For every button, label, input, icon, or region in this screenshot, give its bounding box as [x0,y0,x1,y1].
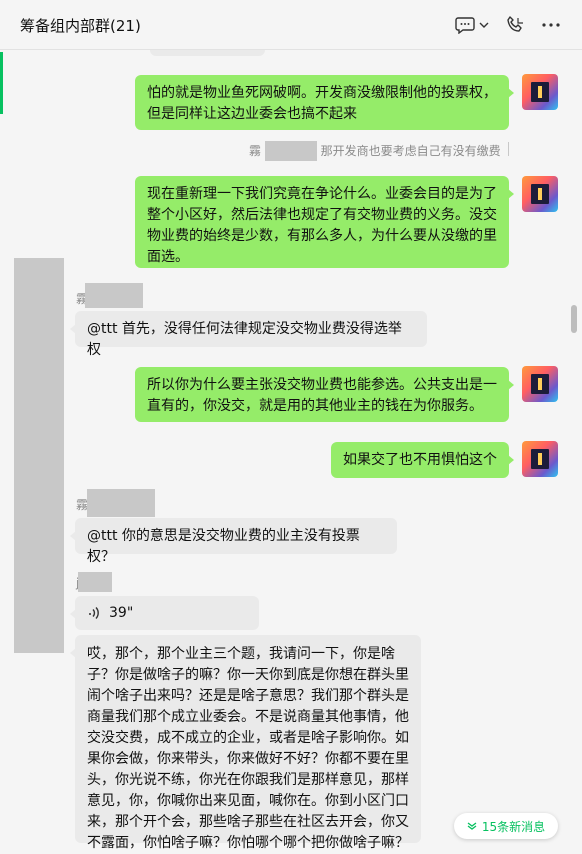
message-line: @ttt 你的意思是没交物业费的业主没有投票权？ [87,528,360,565]
redacted-name [85,283,143,308]
double-chevron-down-icon [467,822,477,830]
message-bubble[interactable]: 哎，那个，那个业主三个题，我请问一下，你是啥 子？你是做啥子的嘛？你一天你到底是… [70,635,421,851]
scrollbar-thumb[interactable] [571,305,577,333]
voice-message[interactable]: 39" [70,596,259,630]
quote-bar [508,142,509,156]
message-line: 所以你为什么要主张没交物业费也能参选。公共支出是一 [147,377,497,393]
message-bubble[interactable]: @ttt 首先，没得任何法律规定没交物业费没得选举权 [70,311,427,358]
redacted-avatars [14,258,64,653]
message-bubble[interactable]: 如果交了也不用惧怕这个 [331,442,514,478]
redacted-name [87,489,155,517]
quote-sender: 霧 [249,144,262,158]
chat-title: 筹备组内部群(21) [20,17,141,35]
message-line: 意见，你，你喊你出来见面，喊你在。你到小区门口 [87,793,409,809]
new-messages-label: 15条新消息 [481,819,546,834]
message-line: 果你会做，你来带头，你来做好不好？你都不要在里 [87,751,409,767]
message-line: 头，你光说不练，你光在你跟我们是那样意见，那样 [87,772,409,788]
new-messages-button[interactable]: 15条新消息 [454,813,558,839]
message-line: 整个小区好，然后法律也规定了有交物业费的义务。没交 [147,207,497,223]
message-bubble[interactable]: 所以你为什么要主张没交物业费也能参选。公共支出是一 直有的，你没交，就是用的其他… [135,367,514,422]
quote-text: 那开发商也要考虑自己有没有缴费 [320,144,501,158]
message-line: 不露面，你怕啥子嘛？你怕哪个哪个把你做啥子嘛？ [87,835,409,851]
message-line: 面选。 [147,249,189,265]
quote-reference[interactable]: 霧 那开发商也要考虑自己有没有缴费 [249,141,501,161]
unread-indicator [0,52,3,114]
voice-duration: 39" [109,604,134,621]
message-bubble[interactable]: @ttt 你的意思是没交物业费的业主没有投票权？ [70,518,397,565]
voice-wave-icon [89,607,99,619]
my-avatar[interactable] [522,74,558,110]
message-line: 现在重新理一下我们究竟在争论什么。业委会目的是为了 [147,186,497,202]
message-line: 商量我们那个成立业委会。不是说商量其他事情，他 [87,709,409,725]
my-avatar[interactable] [522,176,558,212]
message-line: 怕的就是物业鱼死网破啊。开发商没缴限制他的投票权， [147,85,497,101]
message-line: 哎，那个，那个业主三个题，我请问一下，你是啥 [87,646,395,662]
my-avatar[interactable] [522,441,558,477]
phone-icon[interactable] [504,14,526,36]
more-icon[interactable] [540,14,562,36]
message-line: 但是同样让这边业委会也搞不起来 [147,106,357,122]
message-line: 交没交费，成不成立的企业，或者是啥子影响你。如 [87,730,409,746]
message-line: @ttt 首先，没得任何法律规定没交物业费没得选举权 [87,321,402,358]
redacted-name [78,572,112,592]
message-line: 闹个啥子出来吗？还是是啥子意思？我们那个群头是 [87,688,409,704]
title-bar: 筹备组内部群(21) [0,0,582,50]
message-line: 子？你是做啥子的嘛？你一天你到底是你想在群头里 [87,667,409,683]
message-line: 直有的，你没交，就是用的其他业主的钱在为你服务。 [147,398,483,414]
chat-options-icon[interactable] [454,14,476,36]
message-bubble[interactable]: 现在重新理一下我们究竟在争论什么。业委会目的是为了 整个小区好，然后法律也规定了… [135,176,514,268]
message-line: 物业费的始终是少数，有那么多人，为什么要从没缴的里 [147,228,497,244]
message-bubble[interactable]: 怕的就是物业鱼死网破啊。开发商没缴限制他的投票权， 但是同样让这边业委会也搞不起… [135,75,514,130]
message-line: 如果交了也不用惧怕这个 [343,452,497,468]
redacted-name [264,141,317,161]
message-line: 来，那个开个会，那些啥子那些在社区去开会，你又 [87,814,409,830]
chevron-down-icon[interactable] [478,14,490,36]
my-avatar[interactable] [522,366,558,402]
previous-message-edge [150,50,265,56]
